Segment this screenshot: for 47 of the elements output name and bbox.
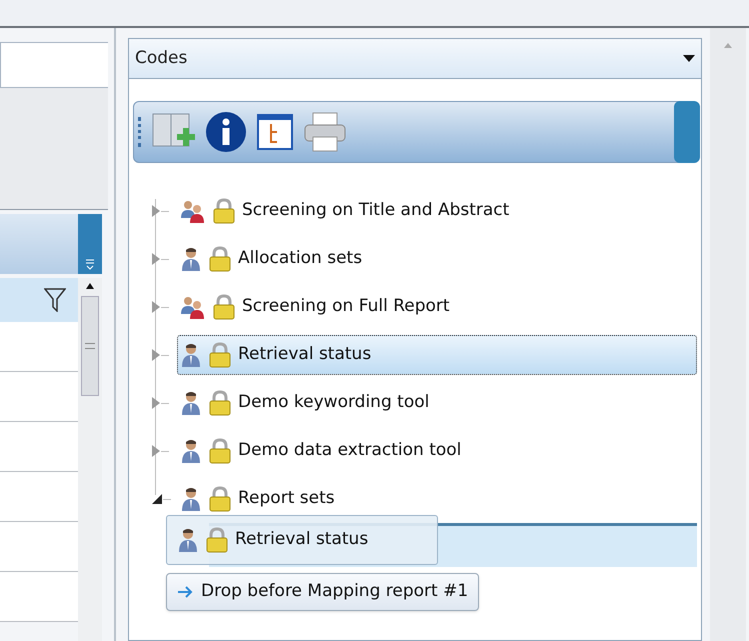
- expand-arrow-icon[interactable]: [151, 252, 161, 266]
- lock-icon: [208, 342, 232, 368]
- user-icon: [180, 390, 202, 416]
- menu-grip-icon: [85, 258, 95, 270]
- printer-icon[interactable]: [303, 111, 347, 153]
- arrow-right-icon: [177, 586, 193, 598]
- user-icon: [180, 342, 202, 368]
- code-set-item[interactable]: Allocation sets: [177, 239, 374, 279]
- scroll-thumb[interactable]: [81, 296, 99, 396]
- column-menu-button[interactable]: [78, 214, 102, 274]
- scrollbar[interactable]: [78, 278, 102, 641]
- code-set-item[interactable]: Retrieval status: [177, 335, 697, 375]
- user-icon: [177, 527, 199, 553]
- toolbar-overflow-button[interactable]: [674, 101, 700, 163]
- expand-arrow-icon[interactable]: [151, 300, 161, 314]
- tree-view-icon[interactable]: [257, 114, 293, 150]
- lock-icon: [205, 527, 229, 553]
- lock-icon: [208, 438, 232, 464]
- lock-icon: [208, 486, 232, 512]
- expand-arrow-icon[interactable]: [151, 348, 161, 362]
- filter-icon[interactable]: [44, 288, 66, 312]
- collapse-arrow-icon[interactable]: [151, 493, 163, 505]
- panel-title: Codes: [135, 46, 188, 70]
- drop-tooltip: Drop before Mapping report #1: [166, 573, 480, 611]
- info-icon[interactable]: [205, 111, 247, 153]
- drag-preview: Retrieval status: [166, 515, 438, 565]
- user-icon: [180, 438, 202, 464]
- scroll-up-icon[interactable]: [85, 282, 95, 290]
- lock-icon: [212, 198, 236, 224]
- scrollbar[interactable]: [710, 28, 746, 641]
- expand-arrow-icon[interactable]: [151, 444, 161, 458]
- users-icon: [180, 294, 206, 320]
- lock-icon: [208, 246, 232, 272]
- text-area[interactable]: [0, 42, 108, 88]
- expand-arrow-icon[interactable]: [151, 204, 161, 218]
- code-set-item[interactable]: Demo data extraction tool: [177, 431, 472, 471]
- user-icon: [180, 486, 202, 512]
- code-set-item[interactable]: Screening on Full Report: [177, 287, 461, 327]
- users-icon: [180, 198, 206, 224]
- expand-arrow-icon[interactable]: [151, 396, 161, 410]
- code-set-item[interactable]: Screening on Title and Abstract: [177, 191, 520, 231]
- lock-icon: [208, 390, 232, 416]
- codes-dropdown[interactable]: Codes: [129, 39, 701, 79]
- dropdown-caret-icon: [683, 54, 695, 62]
- code-set-item[interactable]: Demo keywording tool: [177, 383, 440, 423]
- lock-icon: [212, 294, 236, 320]
- user-icon: [180, 246, 202, 272]
